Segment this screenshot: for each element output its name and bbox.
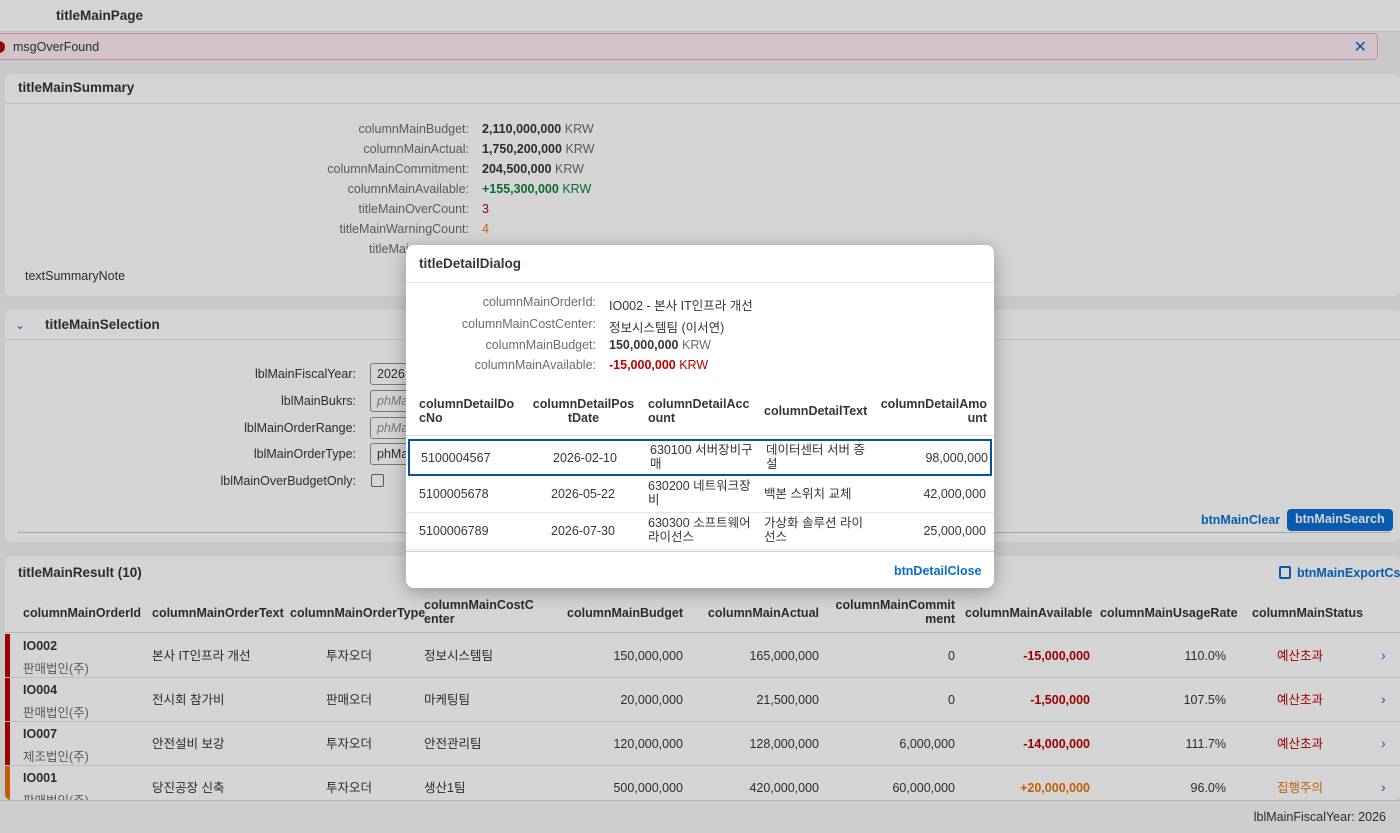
currency-unit: KRW bbox=[682, 338, 711, 352]
detail-dialog: titleDetailDialog columnMainOrderId: IO0… bbox=[406, 245, 994, 588]
amount: 42,000,000 bbox=[923, 487, 986, 501]
col-account[interactable]: columnDetailAccount bbox=[648, 397, 752, 425]
dialog-order-id-value: IO002 - 본사 IT인프라 개선 bbox=[609, 299, 753, 313]
divider bbox=[406, 551, 994, 552]
dialog-budget-label: columnMainBudget: bbox=[485, 338, 596, 352]
dialog-budget: columnMainBudget: 150,000,000 KRW bbox=[406, 338, 994, 356]
post-date: 2026-07-30 bbox=[551, 524, 615, 538]
doc-no: 5100006789 bbox=[419, 524, 489, 538]
post-date: 2026-05-22 bbox=[551, 487, 615, 501]
dialog-order-id: columnMainOrderId: IO002 - 본사 IT인프라 개선 bbox=[406, 295, 994, 313]
currency-unit: KRW bbox=[679, 358, 709, 372]
dialog-budget-value: 150,000,000 bbox=[609, 338, 679, 352]
doc-no: 5100005678 bbox=[419, 487, 489, 501]
col-amount[interactable]: columnDetailAmount bbox=[874, 397, 987, 425]
divider bbox=[406, 435, 994, 436]
dialog-available: columnMainAvailable: -15,000,000 KRW bbox=[406, 358, 994, 376]
col-text[interactable]: columnDetailText bbox=[764, 404, 867, 418]
detail-row[interactable]: 5100006789 2026-07-30 630300 소프트웨어라이선스 가… bbox=[406, 513, 994, 550]
dialog-cost-center: columnMainCostCenter: 정보시스템팀 (이서연) bbox=[406, 317, 994, 335]
dialog-available-label: columnMainAvailable: bbox=[474, 358, 596, 372]
close-dialog-button[interactable]: btnDetailClose bbox=[894, 564, 982, 578]
dialog-title: titleDetailDialog bbox=[419, 256, 522, 271]
account: 630300 소프트웨어라이선스 bbox=[648, 516, 751, 544]
col-post-date[interactable]: columnDetailPostDate bbox=[531, 397, 636, 425]
account: 630200 네트워크장비 bbox=[648, 479, 751, 507]
amount: 25,000,000 bbox=[923, 524, 986, 538]
dialog-cost-center-label: columnMainCostCenter: bbox=[461, 317, 596, 331]
amount: 98,000,000 bbox=[925, 451, 988, 465]
detail-text: 백본 스위치 교체 bbox=[764, 487, 852, 501]
col-doc-no[interactable]: columnDetailDocNo bbox=[419, 397, 519, 425]
detail-row[interactable]: 5100004567 2026-02-10 630100 서버장비구매 데이터센… bbox=[408, 439, 992, 476]
dialog-cost-center-value: 정보시스템팀 (이서연) bbox=[609, 321, 725, 335]
detail-row[interactable]: 5100005678 2026-05-22 630200 네트워크장비 백본 스… bbox=[406, 476, 994, 513]
detail-text: 데이터센터 서버 증설 bbox=[766, 443, 865, 471]
doc-no: 5100004567 bbox=[421, 451, 491, 465]
account: 630100 서버장비구매 bbox=[650, 443, 753, 471]
detail-text: 가상화 솔루션 라이선스 bbox=[764, 516, 863, 544]
dialog-order-id-label: columnMainOrderId: bbox=[482, 295, 596, 309]
dialog-available-value: -15,000,000 bbox=[609, 358, 676, 372]
divider bbox=[406, 282, 994, 283]
post-date: 2026-02-10 bbox=[553, 451, 617, 465]
